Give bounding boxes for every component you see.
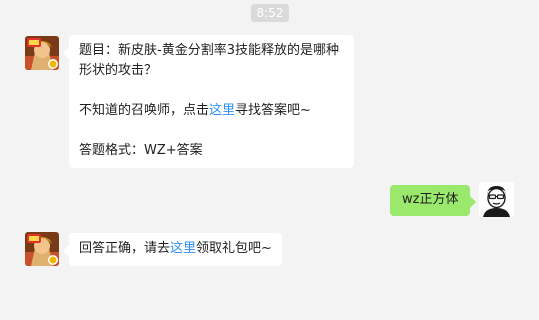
answer-format-text: 答题格式：WZ+答案 [79,143,203,158]
reply-bubble: 回答正确，请去这里领取礼包吧~ [63,233,282,266]
user-face-avatar-icon[interactable] [479,182,514,217]
user-answer-bubble: wz正方体 [390,185,477,216]
hint-prefix: 不知道的召唤师，点击 [79,103,210,118]
claim-gift-link[interactable]: 这里 [170,241,196,256]
game-hero-avatar-icon[interactable] [25,36,59,70]
timestamp: 8:52 [251,4,289,22]
hint-line: 不知道的召唤师，点击这里寻找答案吧~ [79,101,344,121]
question-bubble: 题目：新皮肤-黄金分割率3技能释放的是哪种形状的攻击？ 不知道的召唤师，点击这里… [63,35,354,168]
user-answer-text: wz正方体 [402,192,459,207]
reply-prefix: 回答正确，请去 [79,241,171,256]
hint-suffix: 寻找答案吧~ [235,103,311,118]
find-answer-link[interactable]: 这里 [209,103,235,118]
game-hero-avatar-icon[interactable] [25,232,59,266]
question-text: 题目：新皮肤-黄金分割率3技能释放的是哪种形状的攻击？ [79,43,339,78]
reply-suffix: 领取礼包吧~ [196,241,272,256]
reply-line: 回答正确，请去这里领取礼包吧~ [79,239,272,259]
